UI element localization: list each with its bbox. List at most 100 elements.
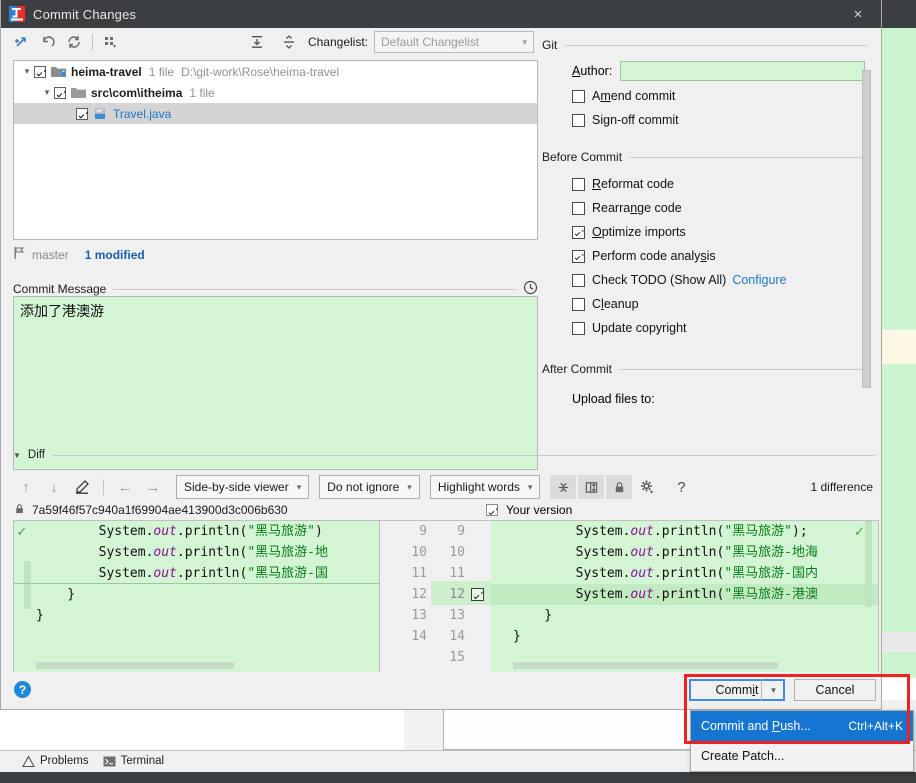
optimize-imports-row[interactable]: Optimize imports (542, 220, 881, 244)
menu-item-label: Commit and Push... (701, 719, 811, 733)
tree-row-module[interactable]: ▾ heima-travel 1 file D:\git-work\Rose\h… (14, 61, 537, 82)
changes-tree[interactable]: ▾ heima-travel 1 file D:\git-work\Rose\h… (13, 60, 538, 240)
ignore-mode-select[interactable]: Do not ignore ▾ (319, 475, 420, 499)
line-number-left: 11 (411, 566, 427, 581)
group-by-icon[interactable] (98, 30, 124, 54)
divider (51, 454, 875, 456)
upload-files-label: Upload files to: (572, 392, 655, 406)
changes-toolbar: Changelist: Default Changelist ▾ (1, 28, 542, 56)
scrollbar-thumb[interactable] (862, 70, 871, 388)
left-vertical-scrollbar[interactable] (24, 561, 31, 609)
menu-item-shortcut: Ctrl+Alt+K (848, 719, 903, 733)
close-icon[interactable]: × (835, 0, 881, 28)
check-todo-row[interactable]: Check TODO (Show All) Configure (542, 268, 881, 292)
tree-checkbox[interactable] (34, 65, 46, 78)
ignore-mode-value: Do not ignore (327, 480, 400, 494)
cleanup-checkbox[interactable] (572, 297, 585, 311)
next-file-icon[interactable]: → (140, 475, 166, 499)
status-item-terminal[interactable]: Terminal (103, 755, 164, 768)
commit-dropdown-arrow[interactable]: ▾ (761, 679, 785, 701)
line-number-right: 14 (449, 629, 465, 644)
changelist-select[interactable]: Default Changelist ▾ (374, 31, 534, 53)
status-item-problems[interactable]: Problems (22, 754, 89, 768)
right-horizontal-scrollbar[interactable] (513, 662, 778, 669)
help-button[interactable]: ? (14, 681, 31, 698)
tree-checkbox[interactable] (54, 86, 66, 99)
warning-triangle-icon (22, 754, 35, 768)
accept-change-icon[interactable]: ✓ (854, 521, 866, 542)
line-number-right: 12 (449, 587, 465, 602)
amend-commit-checkbox[interactable] (572, 89, 585, 103)
modified-count[interactable]: 1 modified (85, 248, 145, 262)
chevron-down-icon[interactable]: ▾ (20, 66, 34, 77)
menu-item-create-patch[interactable]: Create Patch... (691, 741, 913, 771)
tree-checkbox[interactable] (76, 107, 88, 120)
line-number-right: 9 (457, 524, 465, 539)
highlight-mode-value: Highlight words (437, 480, 520, 494)
perform-code-analysis-row[interactable]: Perform code analysis (542, 244, 881, 268)
highlight-mode-select[interactable]: Highlight words ▾ (429, 475, 541, 499)
previous-difference-icon[interactable]: ↑ (13, 475, 39, 499)
expand-all-icon[interactable] (244, 30, 270, 54)
amend-commit-row[interactable]: Amend commit (542, 84, 881, 108)
diff-right-pane[interactable]: System.out.println("黑马旅游"); System.out.p… (491, 521, 878, 672)
left-horizontal-scrollbar[interactable] (36, 662, 234, 669)
options-scrollbar[interactable] (862, 70, 871, 388)
diff-section-header[interactable]: ▼ Diff (13, 449, 875, 461)
perform-code-analysis-checkbox[interactable] (572, 249, 585, 263)
changelist-label-text: Changelist: (307, 35, 368, 49)
diff-revision-labels: 7a59f46f57c940a1f69904ae413900d3c006b630… (13, 500, 879, 520)
amend-commit-label: Amend commit (592, 89, 676, 103)
changelist-label: Changelist: (308, 35, 368, 49)
read-only-lock-icon[interactable] (606, 475, 633, 499)
line-number-right: 15 (449, 650, 465, 665)
commit-message-input[interactable]: 添加了港澳游 (13, 296, 538, 470)
check-todo-label: Check TODO (Show All) (592, 273, 727, 287)
update-copyright-row[interactable]: Update copyright (542, 316, 881, 340)
signoff-commit-row[interactable]: Sign-off commit (542, 108, 881, 132)
tree-row-file[interactable]: Travel.java (14, 103, 537, 124)
cleanup-row[interactable]: Cleanup (542, 292, 881, 316)
rearrange-code-checkbox[interactable] (572, 201, 585, 215)
line-number-left: 10 (411, 545, 427, 560)
refresh-icon[interactable] (61, 30, 87, 54)
revert-icon[interactable] (35, 30, 61, 54)
next-difference-icon[interactable]: ↓ (41, 475, 67, 499)
update-copyright-checkbox[interactable] (572, 321, 585, 335)
update-copyright-label: Update copyright (592, 321, 687, 335)
rearrange-code-row[interactable]: Rearrange code (542, 196, 881, 220)
background-bottom-bar (0, 772, 916, 783)
configure-link[interactable]: Configure (732, 273, 786, 287)
check-todo-checkbox[interactable] (572, 273, 585, 287)
line-number-right: 13 (449, 608, 465, 623)
menu-item-commit-and-push[interactable]: Commit and Push... Ctrl+Alt+K (691, 711, 913, 741)
cancel-button[interactable]: Cancel (794, 679, 876, 701)
synchronize-scroll-icon[interactable] (578, 475, 605, 499)
edit-source-icon[interactable] (69, 475, 95, 499)
diff-right-line: System.out.println("黑马旅游"); (513, 524, 808, 539)
branch-name: master (32, 247, 69, 262)
settings-gear-icon[interactable] (634, 475, 660, 499)
show-diff-icon[interactable] (9, 30, 35, 54)
viewer-mode-select[interactable]: Side-by-side viewer ▾ (176, 475, 310, 499)
tree-row-package[interactable]: ▾ src\com\itheima 1 file (14, 82, 537, 103)
accept-change-icon[interactable]: ✓ (16, 521, 28, 542)
collapse-all-icon[interactable] (276, 30, 302, 54)
accept-line-checkbox[interactable] (471, 588, 484, 601)
reformat-code-checkbox[interactable] (572, 177, 585, 191)
optimize-imports-checkbox[interactable] (572, 225, 585, 239)
chevron-down-icon[interactable]: ▾ (40, 87, 54, 98)
diff-left-pane[interactable]: ✓ System.out.println("黑马旅游") System.out.… (14, 521, 379, 672)
chevron-down-icon[interactable]: ▼ (13, 451, 21, 460)
signoff-commit-checkbox[interactable] (572, 113, 585, 127)
toolbar-divider (92, 34, 93, 50)
right-version-label-group: Your version (486, 503, 572, 517)
perform-code-analysis-label: Perform code analysis (592, 249, 716, 263)
reformat-code-row[interactable]: Reformat code (542, 172, 881, 196)
help-question-icon[interactable]: ? (668, 475, 694, 499)
collapse-unchanged-icon[interactable] (550, 475, 577, 499)
previous-file-icon[interactable]: ← (112, 475, 138, 499)
author-field[interactable] (620, 61, 866, 81)
your-version-checkbox[interactable] (486, 504, 498, 516)
terminal-icon (103, 755, 116, 768)
